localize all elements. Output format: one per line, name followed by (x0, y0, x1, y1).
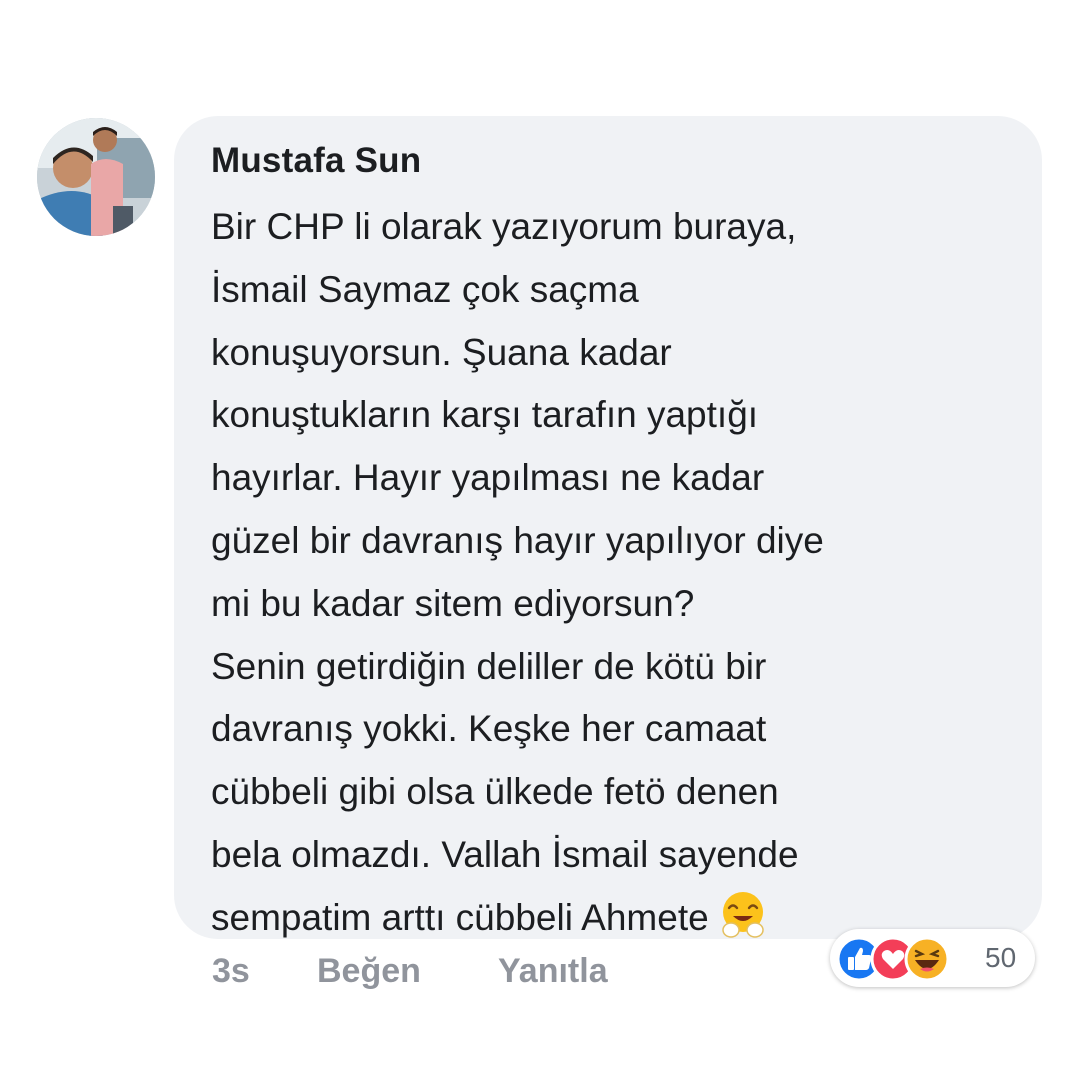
comment-line: Senin getirdiğin deliller de kötü bir (211, 645, 767, 687)
comment-line: İsmail Saymaz çok saçma (211, 268, 639, 310)
comment-text: Bir CHP li olarak yazıyorum buraya, İsma… (211, 196, 1031, 950)
comment-line: mi bu kadar sitem ediyorsun? (211, 582, 695, 624)
comment-line: hayırlar. Hayır yapılması ne kadar (211, 457, 765, 499)
timestamp-link[interactable]: 3s (212, 952, 250, 991)
comment-line: bela olmazdı. Vallah İsmail sayende (211, 833, 799, 875)
reactions-summary[interactable]: 50 (830, 929, 1035, 987)
like-button[interactable]: Beğen (317, 952, 421, 991)
comment-line: sempatim arttı cübbeli Ahmete (211, 896, 709, 938)
comment-line: güzel bir davranış hayır yapılıyor diye (211, 519, 824, 561)
comment-line: cübbeli gibi olsa ülkede fetö denen (211, 771, 779, 813)
profile-photo (37, 118, 155, 236)
comment-line: davranış yokki. Keşke her camaat (211, 708, 767, 750)
smiling-face-with-open-hands-icon (721, 891, 764, 938)
comment-author[interactable]: Mustafa Sun (211, 141, 421, 181)
avatar[interactable] (37, 118, 155, 236)
haha-icon (904, 936, 950, 982)
comment-line: konuşuyorsun. Şuana kadar (211, 331, 672, 373)
reaction-count: 50 (985, 942, 1017, 973)
comment-line: konuştukların karşı tarafın yaptığı (211, 394, 759, 436)
reply-button[interactable]: Yanıtla (498, 952, 608, 991)
comment-line: Bir CHP li olarak yazıyorum buraya, (211, 206, 797, 247)
